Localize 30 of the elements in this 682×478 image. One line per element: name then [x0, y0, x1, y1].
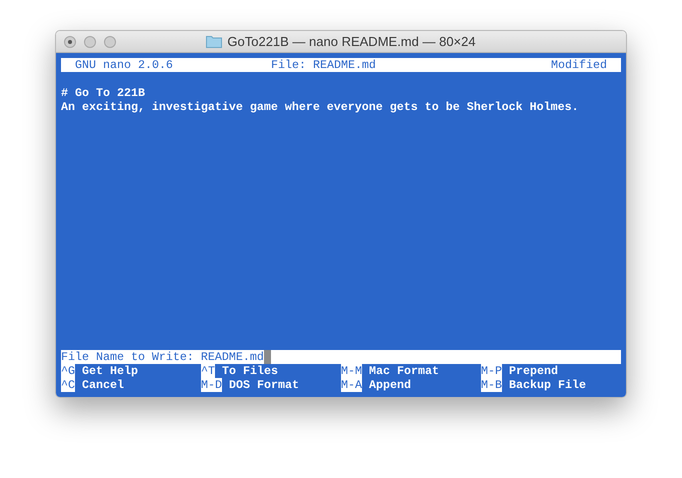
- shortcut-key: ^G: [61, 364, 75, 378]
- window-title: GoTo221B — nano README.md — 80×24: [227, 32, 476, 51]
- shortcut-key: M-P: [481, 364, 502, 378]
- shortcut-key: M-M: [341, 364, 362, 378]
- shortcut-label: DOS Format: [228, 378, 299, 392]
- text-line: # Go To 221B: [61, 86, 146, 100]
- prompt-label: File Name to Write:: [61, 350, 195, 364]
- text-cursor: [264, 350, 271, 364]
- shortcut-label: Mac Format: [368, 364, 439, 378]
- file-name: File: README.md: [271, 58, 377, 72]
- shortcut-label: Cancel: [81, 378, 124, 392]
- modified-status: Modified: [551, 58, 608, 72]
- shortcut-key: M-A: [341, 378, 362, 392]
- nano-version: GNU nano 2.0.6: [74, 58, 174, 72]
- shortcut-label: Get Help: [81, 364, 138, 378]
- shortcut-label: Backup File: [508, 378, 586, 392]
- filename-prompt[interactable]: File Name to Write: README.md: [61, 350, 621, 364]
- minimize-button[interactable]: [84, 36, 96, 48]
- folder-icon: [206, 35, 222, 48]
- zoom-button[interactable]: [104, 36, 116, 48]
- shortcut-key: ^C: [61, 378, 75, 392]
- shortcut-key: ^T: [201, 364, 215, 378]
- shortcut-key: M-D: [201, 378, 222, 392]
- shortcut-key: M-B: [481, 378, 502, 392]
- text-line: An exciting, investigative game where everyone gets to be Sherlock Holmes.: [61, 100, 580, 114]
- prompt-value: README.md: [200, 350, 264, 364]
- shortcut-label: Prepend: [508, 364, 558, 378]
- close-button[interactable]: [64, 36, 76, 48]
- shortcut-label: Append: [368, 378, 411, 392]
- shortcut-label: To Files: [221, 364, 278, 378]
